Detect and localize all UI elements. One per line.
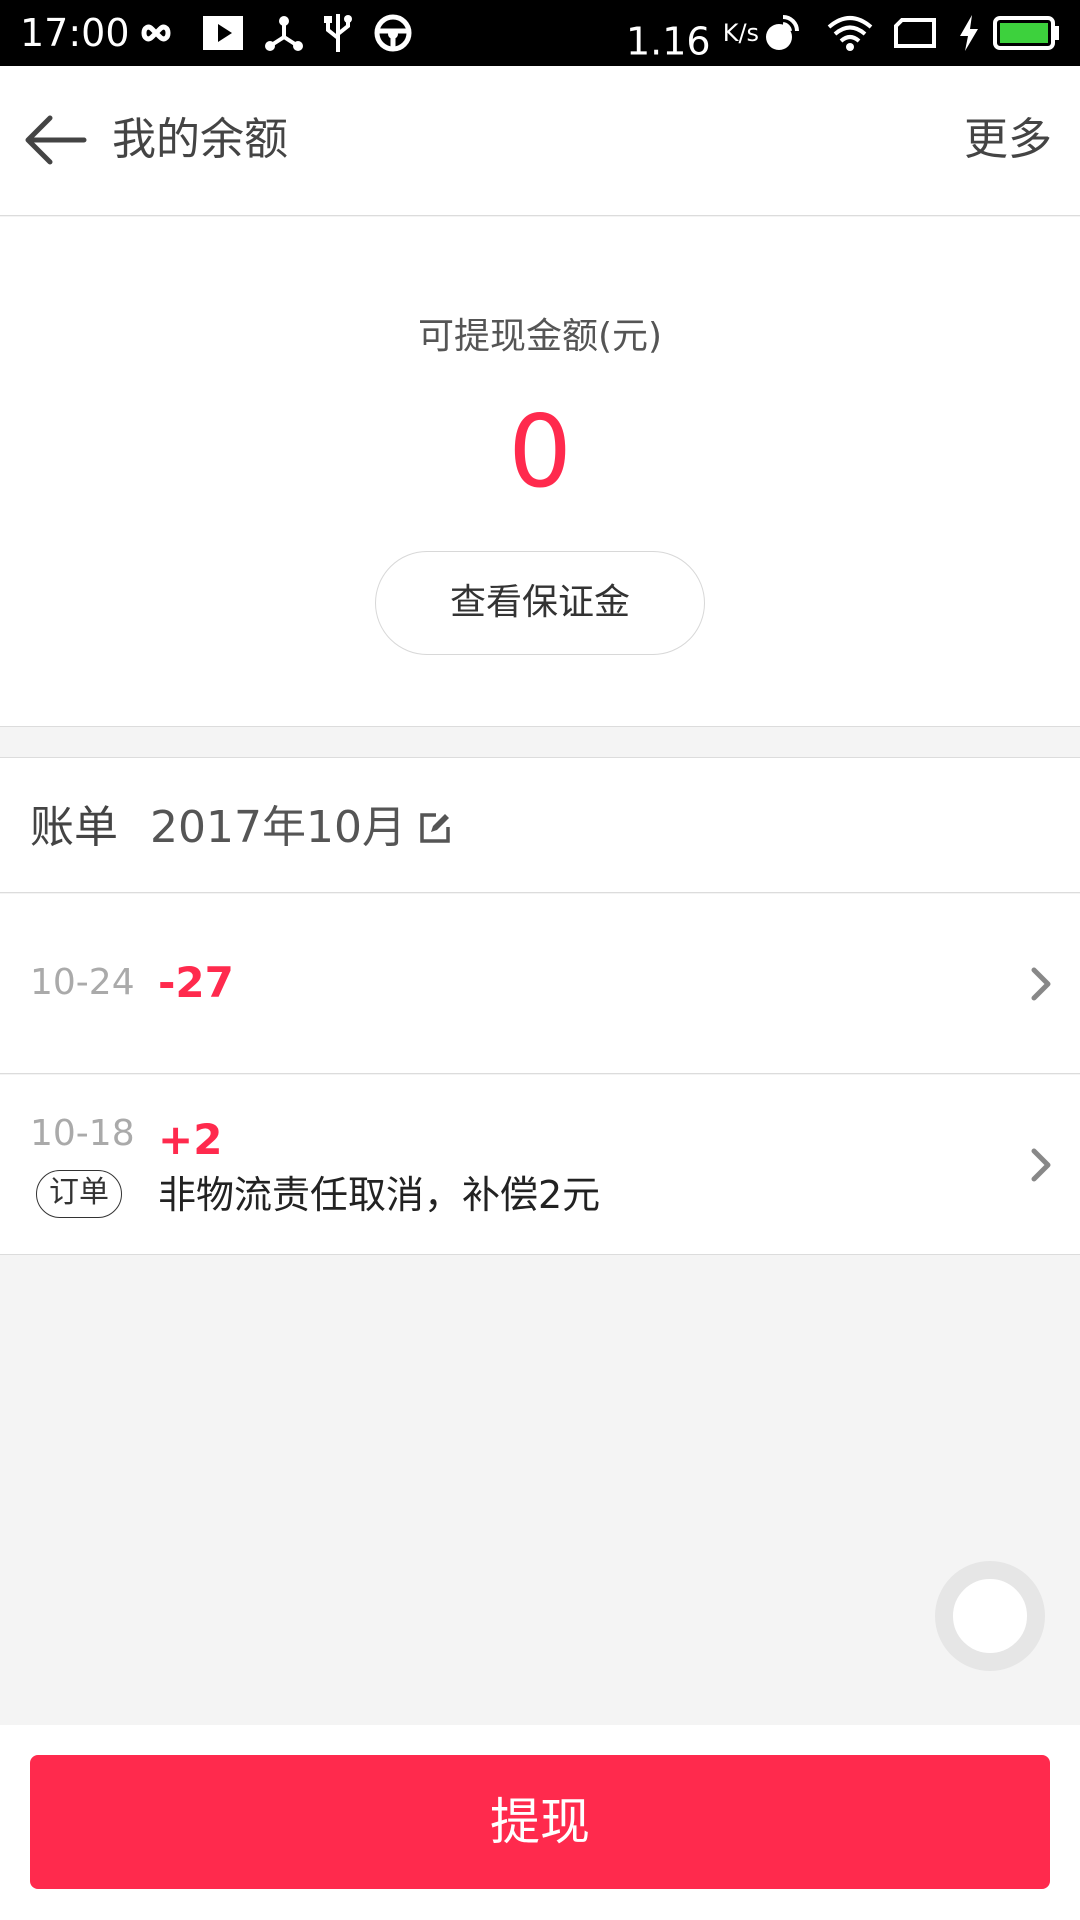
chevron-right-icon [1031, 1148, 1051, 1182]
transaction-description: 非物流责任取消，补偿2元 [158, 1173, 601, 1217]
wifi-icon [822, 8, 878, 58]
balance-card: 可提现金额(元) 0 查看保证金 [0, 217, 1080, 727]
chevron-right-icon [1031, 967, 1051, 1001]
view-deposit-button[interactable]: 查看保证金 [375, 551, 705, 655]
floating-assistive-button[interactable] [935, 1561, 1045, 1671]
balance-label: 可提现金额(元) [417, 316, 663, 357]
page-title: 我的余额 [112, 114, 288, 165]
transaction-amount: +2 [158, 1115, 223, 1164]
back-arrow-icon [25, 115, 87, 165]
transaction-date: 10-24 [30, 962, 135, 1003]
bill-month: 2017年10月 [150, 802, 406, 853]
app-bar: 我的余额 更多 [0, 66, 1080, 216]
speed-unit: K/s [722, 19, 760, 47]
bill-header: 账单 2017年10月 [0, 757, 1080, 893]
battery-icon [992, 8, 1062, 58]
transaction-row[interactable]: 10-24 -27 [0, 894, 1080, 1074]
infinity-icon [128, 8, 184, 58]
back-button[interactable] [20, 110, 90, 170]
transaction-date: 10-18 [30, 1113, 135, 1154]
data-saver-icon [758, 8, 804, 58]
speed-value: 1.16 [626, 19, 711, 64]
screen: 17:00 1.16 K/s 我的余额 更多 可提现金额(元) 0 查看保证金 … [0, 0, 1080, 1920]
usb-icon [318, 8, 358, 58]
order-tag: 订单 [36, 1170, 122, 1218]
network-speed: 1.16 K/s [626, 10, 759, 65]
bill-label: 账单 [30, 802, 118, 853]
transaction-amount: -27 [158, 958, 234, 1007]
screen-icon [892, 8, 938, 58]
transaction-row[interactable]: 10-18 +2 订单 非物流责任取消，补偿2元 [0, 1075, 1080, 1255]
share-icon [262, 8, 306, 58]
charging-icon [954, 8, 984, 58]
play-icon [198, 8, 248, 58]
balance-amount: 0 [508, 393, 572, 510]
steering-icon [370, 8, 416, 58]
bill-month-selector[interactable]: 2017年10月 [150, 800, 452, 856]
withdraw-button[interactable]: 提现 [30, 1755, 1050, 1889]
more-button[interactable]: 更多 [964, 112, 1052, 168]
edit-icon [420, 813, 450, 843]
status-time: 17:00 [20, 11, 130, 55]
status-bar: 17:00 1.16 K/s [0, 0, 1080, 66]
